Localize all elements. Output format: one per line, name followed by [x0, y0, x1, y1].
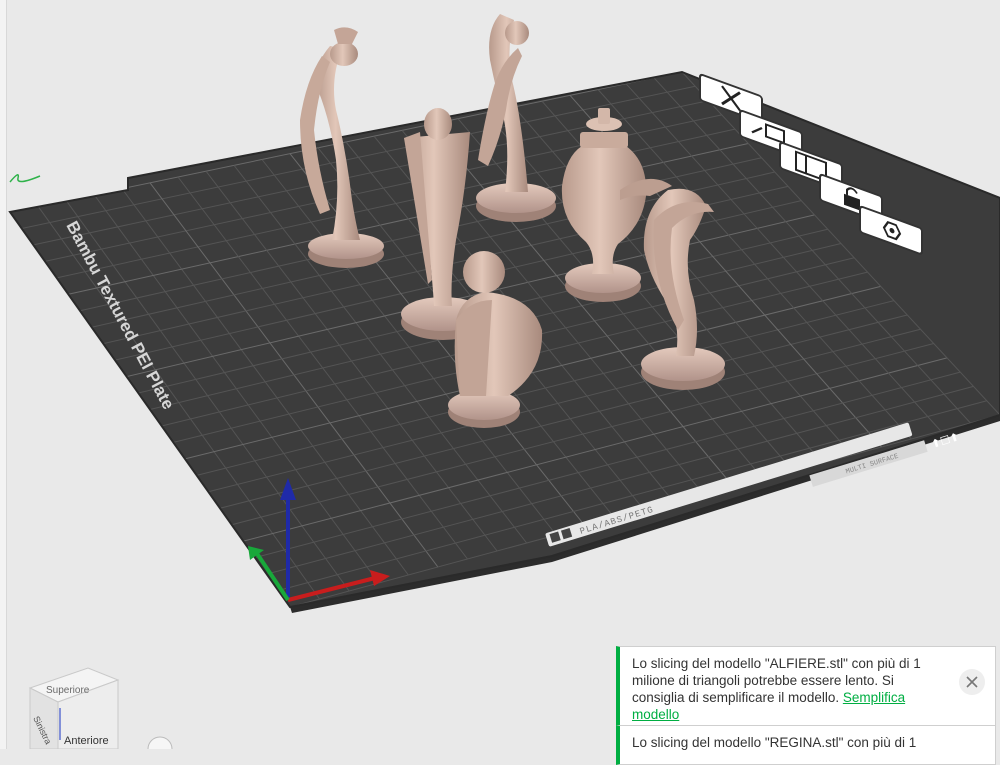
view-cube-front-label: Anteriore — [64, 735, 109, 747]
notification-text: Lo slicing del modello "REGINA.stl" con … — [632, 735, 917, 750]
notification-close-button[interactable] — [959, 669, 985, 695]
edge-marker — [9, 174, 41, 183]
close-icon — [966, 676, 978, 688]
view-cube-top-label: Superiore — [46, 685, 90, 696]
notification-regina: Lo slicing del modello "REGINA.stl" con … — [616, 725, 996, 765]
left-panel-edge — [0, 0, 7, 749]
notification-alfiere: Lo slicing del modello "ALFIERE.stl" con… — [616, 646, 996, 732]
zoom-handle[interactable] — [147, 736, 173, 762]
view-cube[interactable]: Superiore Anteriore Sinistra — [28, 667, 120, 750]
3d-viewport[interactable]: Bambu Textured PEI Plate PLA/ABS/PETG MU… — [0, 0, 1000, 762]
